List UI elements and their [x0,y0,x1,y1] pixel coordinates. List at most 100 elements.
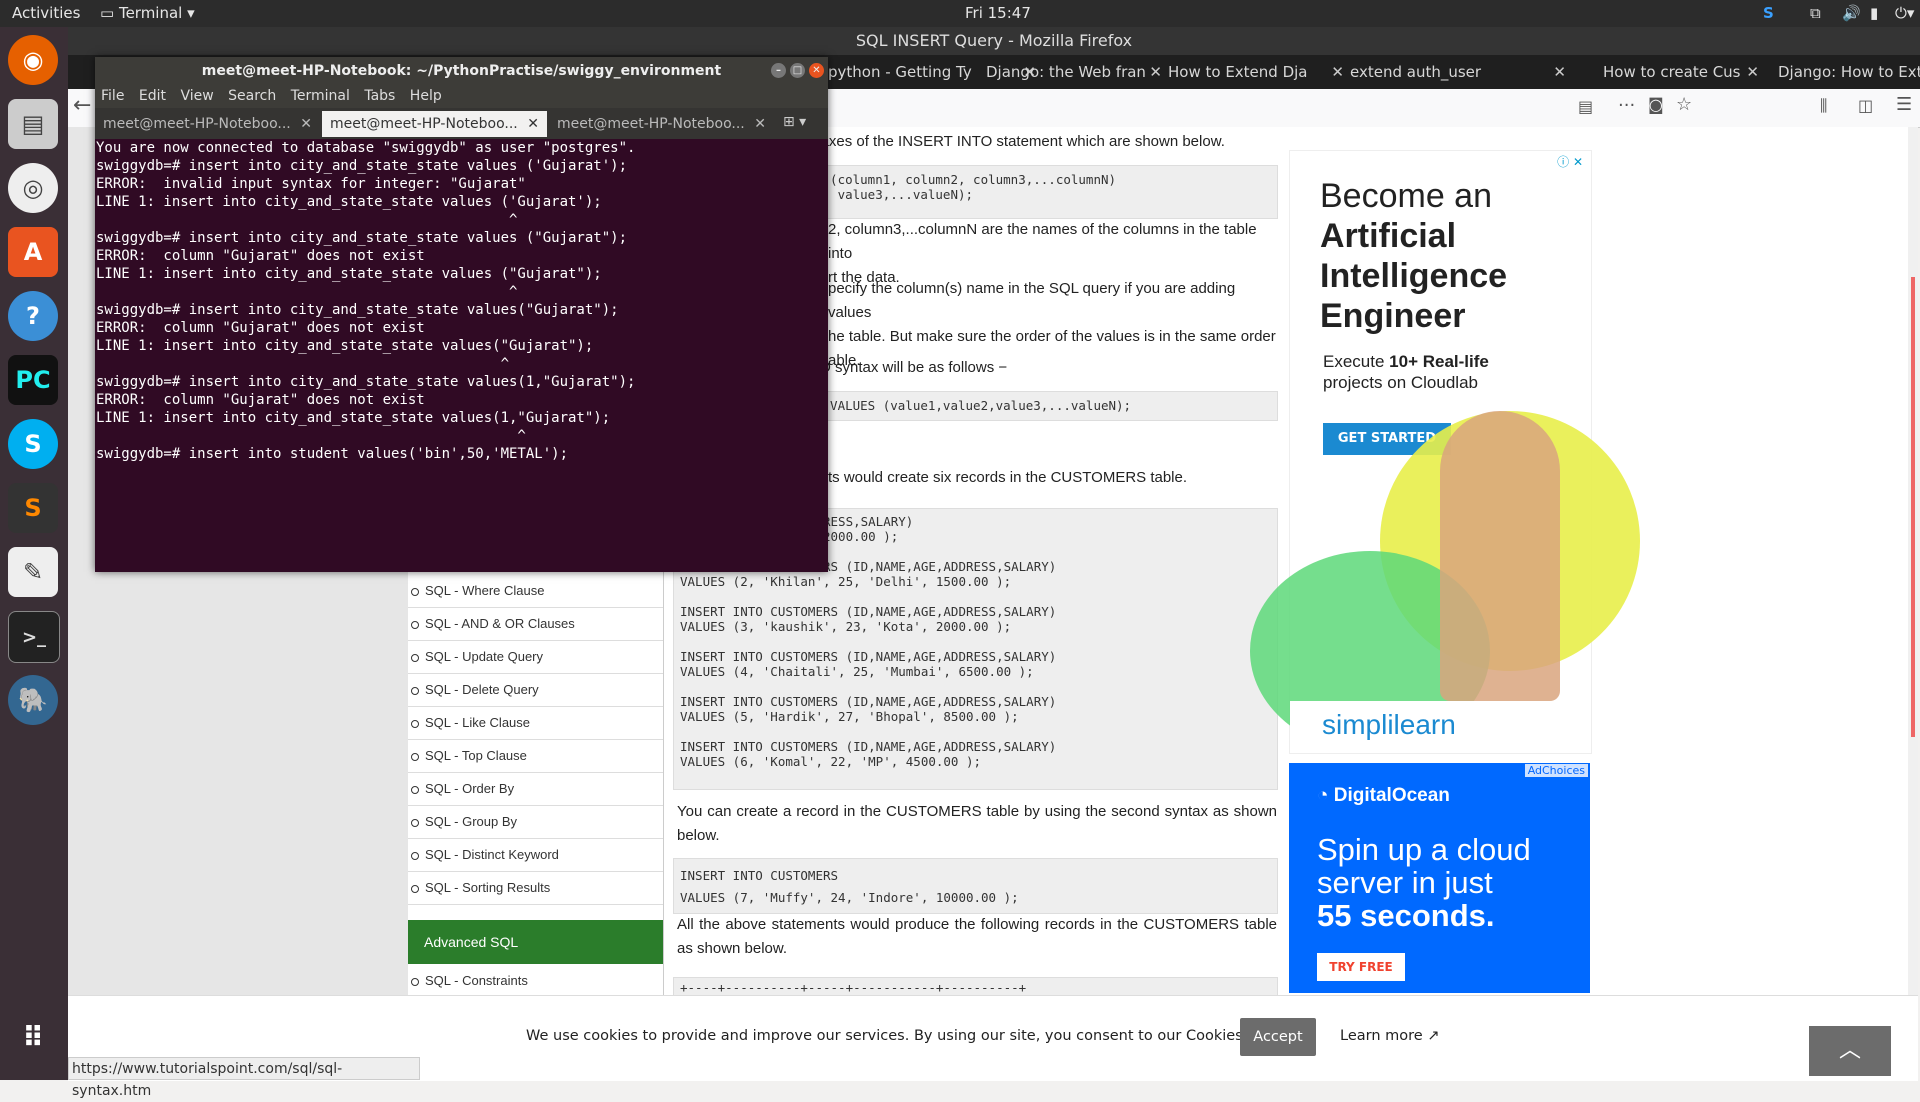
simplilearn-logo: simplilearn [1322,709,1456,740]
battery-icon[interactable]: ▮ [1870,4,1878,22]
menu-tabs[interactable]: Tabs [364,88,395,104]
firefox-title-bar: SQL INSERT Query - Mozilla Firefox [68,27,1920,55]
digitalocean-logo: ◔ DigitalOcean [1317,785,1450,806]
scrollbar-thumb[interactable] [1911,277,1915,737]
rhythmbox-icon[interactable]: ◎ [8,163,58,213]
show-applications-icon[interactable]: ⠿ [8,1012,58,1062]
close-tab-icon[interactable]: ✕ [1746,59,1759,85]
volume-icon[interactable]: 🔊 [1842,4,1861,22]
sidebar-link[interactable]: SQL - AND & OR Clauses [408,608,663,641]
simplilearn-ad[interactable]: ⓘ ✕ Become an Artificial Intelligence En… [1250,150,1640,754]
article-paragraph: All the above statements would produce t… [677,916,1277,957]
sidebar-link[interactable]: SQL - Top Clause [408,740,663,773]
code-block: E VALUES (value1,value2,value3,...valueN… [808,391,1278,421]
back-icon[interactable]: ← [73,93,91,118]
terminal-output[interactable]: You are now connected to database "swigg… [95,139,829,572]
browser-tab[interactable]: How to Extend Dja ✕ [1168,59,1348,85]
sidebar-link[interactable]: SQL - Sorting Results [408,872,663,905]
text-editor-icon[interactable]: ✎ [8,547,58,597]
bullet-icon [411,884,419,893]
adchoices-label[interactable]: AdChoices [1524,764,1588,777]
scroll-to-top-button[interactable]: ︿ [1809,1026,1891,1076]
close-tab-icon[interactable]: ✕ [1149,59,1162,85]
terminal-tab[interactable]: meet@meet-HP-Noteboo... ✕ [95,111,320,137]
menu-terminal[interactable]: Terminal [291,88,350,104]
sidebar-section-header: Advanced SQL [408,920,663,964]
bookmark-star-icon[interactable]: ☆ [1676,94,1692,115]
browser-tab[interactable]: Django: How to Exten✕ [1778,59,1920,85]
terminal-dock-icon[interactable]: >_ [8,611,60,663]
digitalocean-icon: ◔ [1317,785,1334,806]
menu-search[interactable]: Search [228,88,276,104]
close-tab-icon[interactable]: ✕ [1553,59,1566,85]
sidebar-link[interactable]: SQL - Update Query [408,641,663,674]
software-center-icon[interactable]: A [8,227,58,277]
sidebar-link[interactable]: SQL - Delete Query [408,674,663,707]
terminal-title-bar[interactable]: meet@meet-HP-Notebook: ~/PythonPractise/… [95,57,828,85]
maximize-icon[interactable]: □ [790,63,805,78]
pocket-icon[interactable]: ◙ [1648,95,1664,114]
activities-button[interactable]: Activities [12,4,80,22]
menu-edit[interactable]: Edit [139,88,166,104]
help-icon[interactable]: ? [8,291,58,341]
ad-headline: Become an Artificial Intelligence Engine… [1320,177,1508,335]
terminal-tab-active[interactable]: meet@meet-HP-Noteboo... ✕ [322,111,547,137]
page-scrollbar[interactable] [1908,127,1918,997]
hamburger-menu-icon[interactable]: ☰ [1896,94,1912,115]
new-terminal-tab-icon[interactable]: ⊞ ▾ [783,114,806,130]
bullet-icon [411,977,419,986]
sidebar-link[interactable]: SQL - Like Clause [408,707,663,740]
cookie-text: We use cookies to provide and improve ou… [526,1028,1292,1044]
bullet-icon [411,818,419,827]
browser-tab[interactable]: extend auth_user ✕ [1350,59,1570,85]
minimize-icon[interactable]: – [771,63,786,78]
terminal-window[interactable]: meet@meet-HP-Notebook: ~/PythonPractise/… [95,57,828,572]
menu-file[interactable]: File [101,88,124,104]
files-icon[interactable]: ▤ [8,99,58,149]
try-free-button[interactable]: TRY FREE [1317,953,1405,981]
sidebar-link[interactable]: SQL - Constraints [408,965,663,998]
app-menu[interactable]: ▭ Terminal ▾ [100,4,195,22]
bullet-icon [411,752,419,761]
adchoices-close-icon[interactable]: ⓘ ✕ [1557,153,1583,170]
bullet-icon [411,785,419,794]
sidebar-link[interactable]: SQL - Where Clause [408,575,663,608]
menu-view[interactable]: View [180,88,213,104]
close-tab-icon[interactable]: ✕ [754,111,766,137]
browser-tab[interactable]: How to create Cus ✕ [1603,59,1763,85]
close-window-icon[interactable]: ✕ [809,63,824,78]
accept-cookies-button[interactable]: Accept [1240,1018,1316,1056]
firefox-icon[interactable]: ◉ [8,35,58,85]
close-tab-icon[interactable]: ✕ [300,111,312,137]
chevron-up-icon: ︿ [1838,1038,1861,1063]
pycharm-icon[interactable]: PC [8,355,58,405]
sidebar-icon[interactable]: ◫ [1858,96,1873,115]
bullet-icon [411,587,419,596]
power-menu-icon[interactable]: ⏻▾ [1895,4,1914,22]
learn-more-link[interactable]: Learn more ↗ [1340,1028,1439,1044]
menu-help[interactable]: Help [410,88,442,104]
network-icon[interactable]: ⧉ [1810,4,1821,22]
article-paragraph: You can create a record in the CUSTOMERS… [677,803,1277,844]
library-icon[interactable]: ⫼ [1820,96,1827,116]
close-tab-icon[interactable]: ✕ [527,111,539,137]
clock[interactable]: Fri 15:47 [965,4,1031,22]
sublime-icon[interactable]: S [8,483,58,533]
external-link-icon: ↗ [1427,1028,1440,1044]
code-block: E (column1, column2, column3,...columnN)… [808,165,1278,219]
reader-view-icon[interactable]: ▤ [1578,97,1593,116]
bullet-icon [411,851,419,860]
digitalocean-ad[interactable]: AdChoices ◔ DigitalOcean Spin up a cloud… [1289,763,1590,993]
pgadmin-elephant-icon[interactable]: 🐘 [8,675,58,725]
terminal-tab[interactable]: meet@meet-HP-Noteboo... ✕ [549,111,774,137]
sidebar-link[interactable]: SQL - Distinct Keyword [408,839,663,872]
ad-headline: Spin up a cloud server in just 55 seconds. [1317,832,1531,933]
skype-icon[interactable]: S [8,419,58,469]
page-actions-icon[interactable]: ··· [1618,95,1635,116]
sidebar-link[interactable]: SQL - Order By [408,773,663,806]
bullet-icon [411,686,419,695]
browser-tab[interactable]: Django: the Web fran ✕ [986,59,1166,85]
close-tab-icon[interactable]: ✕ [1331,59,1344,85]
sidebar-link[interactable]: SQL - Group By [408,806,663,839]
skype-tray-icon[interactable]: S [1763,4,1774,22]
